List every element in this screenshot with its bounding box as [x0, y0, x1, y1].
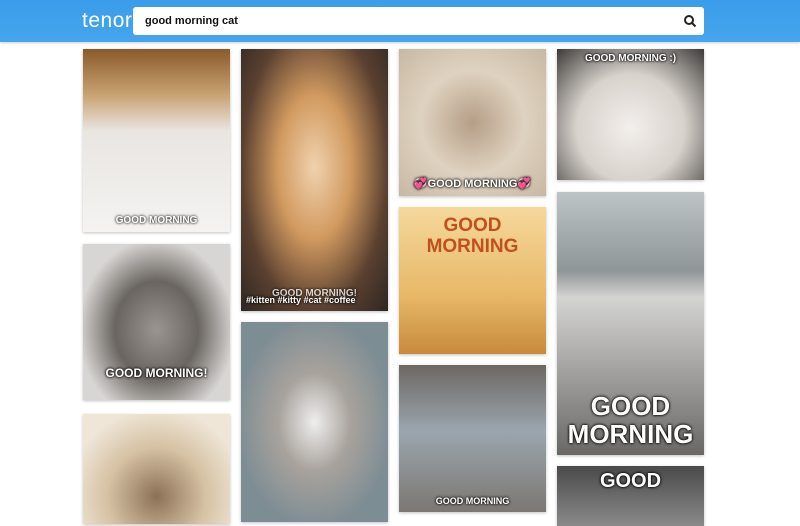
gif-caption: GOOD MORNING! [105, 366, 208, 380]
search-icon[interactable] [683, 14, 697, 28]
gif-result[interactable]: GOOD MORNING [557, 192, 704, 455]
gif-caption: GOOD MORNING [567, 391, 694, 449]
header: tenor [0, 0, 800, 42]
gif-result[interactable]: GOOD MORNING :) [557, 49, 704, 180]
gif-caption: GOOD MORNING :) [584, 53, 677, 64]
gif-caption: 💞GOOD MORNING💞 [413, 178, 532, 190]
gif-caption: GOOD MORNING [435, 496, 510, 506]
gif-tags: #kitten #kitty #cat #coffee [246, 295, 356, 305]
gif-result[interactable] [241, 322, 388, 522]
gif-result[interactable]: GOOD MORNING [399, 207, 546, 354]
gif-result[interactable]: GOOD MORNING [399, 365, 546, 512]
gif-result[interactable]: GOOD MORNING! #kitten #kitty #cat #coffe… [241, 49, 388, 311]
gif-caption: GOOD [599, 470, 662, 492]
gif-caption: GOOD MORNING [115, 215, 198, 226]
gif-result[interactable]: 💞GOOD MORNING💞 [399, 49, 546, 196]
gif-result[interactable]: GOOD MORNING [83, 49, 230, 232]
gif-result[interactable] [83, 414, 230, 524]
gif-result[interactable]: GOOD MORNING! [83, 244, 230, 400]
search-input[interactable] [133, 7, 704, 35]
gif-caption: GOOD MORNING [426, 215, 519, 257]
tenor-logo[interactable]: tenor [82, 9, 132, 33]
gif-result[interactable]: GOOD [557, 466, 704, 526]
